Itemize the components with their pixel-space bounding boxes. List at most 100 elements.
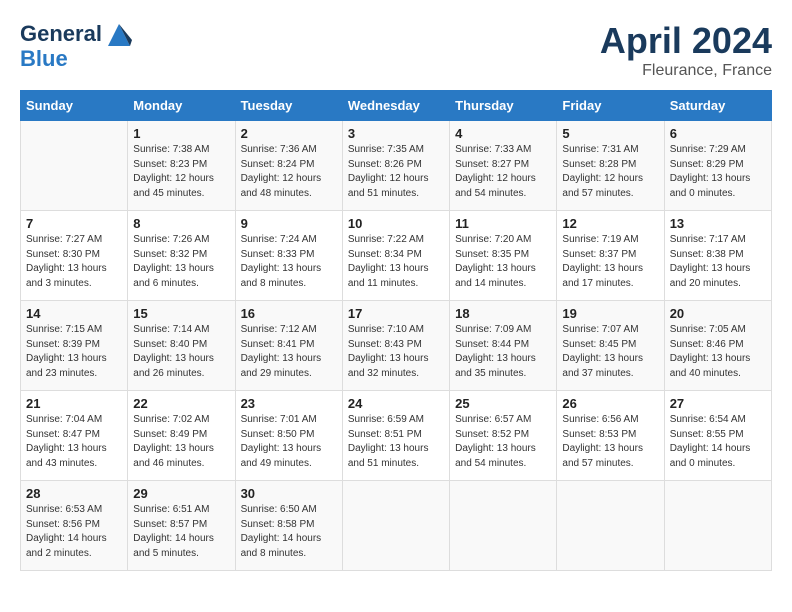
day-number: 13 xyxy=(670,216,766,231)
calendar-week-2: 7 Sunrise: 7:27 AM Sunset: 8:30 PM Daylig… xyxy=(21,211,772,301)
calendar-cell: 20 Sunrise: 7:05 AM Sunset: 8:46 PM Dayli… xyxy=(664,301,771,391)
calendar-cell: 21 Sunrise: 7:04 AM Sunset: 8:47 PM Dayli… xyxy=(21,391,128,481)
calendar-cell: 12Sunrise: 7:19 AM Sunset: 8:37 PM Dayli… xyxy=(557,211,664,301)
day-number: 16 xyxy=(241,306,337,321)
calendar-cell: 5 Sunrise: 7:31 AM Sunset: 8:28 PM Daylig… xyxy=(557,121,664,211)
day-number: 24 xyxy=(348,396,444,411)
day-number: 20 xyxy=(670,306,766,321)
calendar-cell xyxy=(342,481,449,571)
calendar-cell: 28 Sunrise: 6:53 AM Sunset: 8:56 PM Dayli… xyxy=(21,481,128,571)
day-number: 30 xyxy=(241,486,337,501)
calendar-cell: 4 Sunrise: 7:33 AM Sunset: 8:27 PM Daylig… xyxy=(450,121,557,211)
day-number: 17 xyxy=(348,306,444,321)
day-info: Sunrise: 7:36 AM Sunset: 8:24 PM Dayligh… xyxy=(241,143,337,201)
day-info: Sunrise: 7:29 AM Sunset: 8:29 PM Dayligh… xyxy=(670,143,766,201)
day-info: Sunrise: 7:27 AM Sunset: 8:30 PM Dayligh… xyxy=(26,233,122,291)
day-number: 26 xyxy=(562,396,658,411)
day-number: 1 xyxy=(133,126,229,141)
calendar-cell: 25 Sunrise: 6:57 AM Sunset: 8:52 PM Dayli… xyxy=(450,391,557,481)
title-block: April 2024 Fleurance, France xyxy=(600,20,772,80)
calendar-cell xyxy=(450,481,557,571)
day-info: Sunrise: 6:50 AM Sunset: 8:58 PM Dayligh… xyxy=(241,503,337,561)
day-number: 3 xyxy=(348,126,444,141)
day-info: Sunrise: 7:38 AM Sunset: 8:23 PM Dayligh… xyxy=(133,143,229,201)
day-number: 9 xyxy=(241,216,337,231)
day-info: Sunrise: 7:19 AM Sunset: 8:37 PM Dayligh… xyxy=(562,233,658,291)
calendar-week-5: 28 Sunrise: 6:53 AM Sunset: 8:56 PM Dayli… xyxy=(21,481,772,571)
calendar-cell: 29 Sunrise: 6:51 AM Sunset: 8:57 PM Dayli… xyxy=(128,481,235,571)
page-header: General Blue April 2024 Fleurance, Franc… xyxy=(20,20,772,80)
day-number: 27 xyxy=(670,396,766,411)
calendar-body: 1 Sunrise: 7:38 AM Sunset: 8:23 PM Daylig… xyxy=(21,121,772,571)
day-info: Sunrise: 7:02 AM Sunset: 8:49 PM Dayligh… xyxy=(133,413,229,471)
calendar-cell: 13 Sunrise: 7:17 AM Sunset: 8:38 PM Dayli… xyxy=(664,211,771,301)
day-number: 5 xyxy=(562,126,658,141)
day-info: Sunrise: 7:17 AM Sunset: 8:38 PM Dayligh… xyxy=(670,233,766,291)
day-info: Sunrise: 7:09 AM Sunset: 8:44 PM Dayligh… xyxy=(455,323,551,381)
day-info: Sunrise: 6:51 AM Sunset: 8:57 PM Dayligh… xyxy=(133,503,229,561)
day-info: Sunrise: 6:57 AM Sunset: 8:52 PM Dayligh… xyxy=(455,413,551,471)
day-info: Sunrise: 6:53 AM Sunset: 8:56 PM Dayligh… xyxy=(26,503,122,561)
day-info: Sunrise: 7:26 AM Sunset: 8:32 PM Dayligh… xyxy=(133,233,229,291)
day-info: Sunrise: 7:20 AM Sunset: 8:35 PM Dayligh… xyxy=(455,233,551,291)
day-info: Sunrise: 7:10 AM Sunset: 8:43 PM Dayligh… xyxy=(348,323,444,381)
calendar-cell: 19 Sunrise: 7:07 AM Sunset: 8:45 PM Dayli… xyxy=(557,301,664,391)
calendar-cell: 26 Sunrise: 6:56 AM Sunset: 8:53 PM Dayli… xyxy=(557,391,664,481)
calendar-cell: 16 Sunrise: 7:12 AM Sunset: 8:41 PM Dayli… xyxy=(235,301,342,391)
day-info: Sunrise: 7:12 AM Sunset: 8:41 PM Dayligh… xyxy=(241,323,337,381)
day-info: Sunrise: 7:22 AM Sunset: 8:34 PM Dayligh… xyxy=(348,233,444,291)
location: Fleurance, France xyxy=(600,62,772,80)
day-info: Sunrise: 7:07 AM Sunset: 8:45 PM Dayligh… xyxy=(562,323,658,381)
day-number: 25 xyxy=(455,396,551,411)
weekday-header-row: SundayMondayTuesdayWednesdayThursdayFrid… xyxy=(21,91,772,121)
day-number: 14 xyxy=(26,306,122,321)
calendar-cell xyxy=(557,481,664,571)
day-info: Sunrise: 7:05 AM Sunset: 8:46 PM Dayligh… xyxy=(670,323,766,381)
calendar-cell: 18Sunrise: 7:09 AM Sunset: 8:44 PM Dayli… xyxy=(450,301,557,391)
day-number: 22 xyxy=(133,396,229,411)
day-number: 21 xyxy=(26,396,122,411)
day-number: 8 xyxy=(133,216,229,231)
calendar-cell: 8 Sunrise: 7:26 AM Sunset: 8:32 PM Daylig… xyxy=(128,211,235,301)
calendar-week-1: 1 Sunrise: 7:38 AM Sunset: 8:23 PM Daylig… xyxy=(21,121,772,211)
day-number: 6 xyxy=(670,126,766,141)
day-info: Sunrise: 6:59 AM Sunset: 8:51 PM Dayligh… xyxy=(348,413,444,471)
calendar-cell: 7 Sunrise: 7:27 AM Sunset: 8:30 PM Daylig… xyxy=(21,211,128,301)
day-number: 15 xyxy=(133,306,229,321)
calendar-week-3: 14Sunrise: 7:15 AM Sunset: 8:39 PM Dayli… xyxy=(21,301,772,391)
day-info: Sunrise: 6:54 AM Sunset: 8:55 PM Dayligh… xyxy=(670,413,766,471)
day-info: Sunrise: 7:31 AM Sunset: 8:28 PM Dayligh… xyxy=(562,143,658,201)
logo: General Blue xyxy=(20,20,134,72)
day-number: 11 xyxy=(455,216,551,231)
day-info: Sunrise: 6:56 AM Sunset: 8:53 PM Dayligh… xyxy=(562,413,658,471)
calendar-cell: 23 Sunrise: 7:01 AM Sunset: 8:50 PM Dayli… xyxy=(235,391,342,481)
day-info: Sunrise: 7:33 AM Sunset: 8:27 PM Dayligh… xyxy=(455,143,551,201)
day-number: 7 xyxy=(26,216,122,231)
calendar-cell xyxy=(664,481,771,571)
weekday-header-thursday: Thursday xyxy=(450,91,557,121)
calendar-table: SundayMondayTuesdayWednesdayThursdayFrid… xyxy=(20,90,772,571)
calendar-cell: 17 Sunrise: 7:10 AM Sunset: 8:43 PM Dayli… xyxy=(342,301,449,391)
day-number: 4 xyxy=(455,126,551,141)
weekday-header-friday: Friday xyxy=(557,91,664,121)
calendar-cell: 6 Sunrise: 7:29 AM Sunset: 8:29 PM Daylig… xyxy=(664,121,771,211)
day-number: 19 xyxy=(562,306,658,321)
day-number: 29 xyxy=(133,486,229,501)
weekday-header-tuesday: Tuesday xyxy=(235,91,342,121)
calendar-cell: 11 Sunrise: 7:20 AM Sunset: 8:35 PM Dayli… xyxy=(450,211,557,301)
calendar-cell: 24 Sunrise: 6:59 AM Sunset: 8:51 PM Dayli… xyxy=(342,391,449,481)
day-info: Sunrise: 7:35 AM Sunset: 8:26 PM Dayligh… xyxy=(348,143,444,201)
day-number: 10 xyxy=(348,216,444,231)
month-title: April 2024 xyxy=(600,20,772,62)
day-info: Sunrise: 7:04 AM Sunset: 8:47 PM Dayligh… xyxy=(26,413,122,471)
calendar-cell: 30 Sunrise: 6:50 AM Sunset: 8:58 PM Dayli… xyxy=(235,481,342,571)
day-info: Sunrise: 7:24 AM Sunset: 8:33 PM Dayligh… xyxy=(241,233,337,291)
calendar-cell: 15Sunrise: 7:14 AM Sunset: 8:40 PM Dayli… xyxy=(128,301,235,391)
calendar-cell: 10 Sunrise: 7:22 AM Sunset: 8:34 PM Dayli… xyxy=(342,211,449,301)
calendar-cell: 27 Sunrise: 6:54 AM Sunset: 8:55 PM Dayli… xyxy=(664,391,771,481)
day-number: 23 xyxy=(241,396,337,411)
day-number: 28 xyxy=(26,486,122,501)
calendar-cell: 2Sunrise: 7:36 AM Sunset: 8:24 PM Daylig… xyxy=(235,121,342,211)
day-info: Sunrise: 7:01 AM Sunset: 8:50 PM Dayligh… xyxy=(241,413,337,471)
calendar-cell: 3 Sunrise: 7:35 AM Sunset: 8:26 PM Daylig… xyxy=(342,121,449,211)
